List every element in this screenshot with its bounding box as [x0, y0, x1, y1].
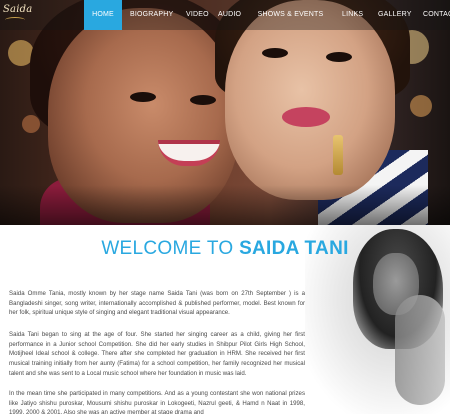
- bio-paragraph-3: In the mean time she participated in man…: [9, 390, 305, 414]
- hero-banner: [0, 0, 450, 225]
- hero-eye: [262, 48, 288, 58]
- logo-swoosh: [5, 17, 25, 23]
- main-menu: HOME BIOGRAPHY VIDEO AUDIO SHOWS & EVENT…: [84, 0, 450, 30]
- nav-item-contact[interactable]: CONTAC: [415, 0, 450, 30]
- portrait-arm: [395, 295, 445, 405]
- welcome-name: SAIDA TANI: [239, 238, 349, 259]
- nav-item-links[interactable]: LINKS: [334, 0, 370, 30]
- nav-item-home[interactable]: HOME: [84, 0, 122, 30]
- hero-shade: [0, 185, 450, 225]
- hero-eye: [190, 95, 216, 105]
- nav-item-gallery[interactable]: GALLERY: [370, 0, 415, 30]
- nav-item-biography[interactable]: BIOGRAPHY: [122, 0, 178, 30]
- nav-item-video[interactable]: VIDEO: [178, 0, 210, 30]
- hero-figure-face-right: [225, 0, 395, 200]
- top-navigation: Saida HOME BIOGRAPHY VIDEO AUDIO SHOWS &…: [0, 0, 450, 30]
- bio-paragraph-1: Saida Omme Tania, mostly known by her st…: [9, 290, 305, 317]
- welcome-heading: WELCOME TO SAIDA TANI: [0, 238, 450, 260]
- site-logo[interactable]: Saida: [3, 4, 32, 26]
- nav-item-audio[interactable]: AUDIO: [210, 0, 247, 30]
- bokeh-light: [410, 95, 432, 117]
- main-content: WELCOME TO SAIDA TANI Saida Omme Tania, …: [0, 225, 450, 414]
- nav-item-shows-events[interactable]: SHOWS & EVENTS: [247, 0, 334, 30]
- bio-paragraph-2: Saida Tani began to sing at the age of f…: [9, 331, 305, 377]
- hero-eye: [326, 52, 352, 62]
- hero-lips: [282, 107, 330, 127]
- welcome-prefix: WELCOME TO: [101, 238, 240, 259]
- hero-eye: [130, 92, 156, 102]
- logo-text: Saida: [3, 4, 33, 15]
- bokeh-light: [22, 115, 40, 133]
- hero-earring: [333, 135, 343, 175]
